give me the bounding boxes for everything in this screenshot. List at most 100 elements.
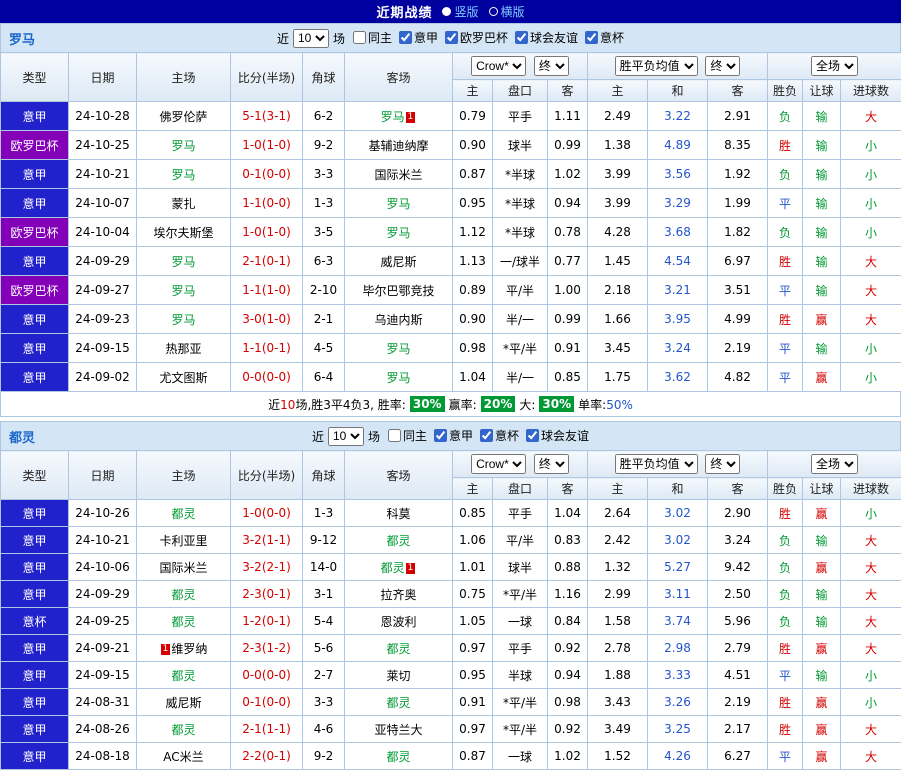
league-type: 意甲: [1, 102, 69, 131]
odds-period-select[interactable]: 终: [705, 454, 740, 474]
odds-period-select[interactable]: 终: [705, 56, 740, 76]
home-team-cell: 都灵: [137, 581, 231, 608]
team-name[interactable]: 都灵: [386, 534, 410, 548]
home-team-cell: 蒙扎: [137, 189, 231, 218]
team-name[interactable]: 都灵: [171, 669, 195, 683]
bookmaker-select[interactable]: Crow*: [471, 454, 526, 474]
handicap-result: 赢: [803, 363, 841, 392]
team-name[interactable]: 卡利亚里: [159, 534, 207, 548]
checkbox-input[interactable]: [388, 429, 401, 442]
filter-checkbox[interactable]: 同主: [346, 29, 392, 46]
match-row: 意甲24-09-211维罗纳2-3(1-2)5-6都灵0.97平手0.922.7…: [1, 635, 901, 662]
team-name[interactable]: 都灵: [381, 561, 405, 575]
filter-checkbox[interactable]: 同主: [381, 427, 427, 444]
asian-handicap: *半球: [493, 189, 548, 218]
odds-mean-select[interactable]: 胜平负均值: [615, 454, 698, 474]
team-name[interactable]: 罗马: [171, 139, 195, 153]
away-team-cell: 基辅迪纳摩: [345, 131, 453, 160]
euro-away-odds: 9.42: [708, 554, 768, 581]
filter-checkbox[interactable]: 意杯: [473, 427, 519, 444]
result: 胜: [768, 247, 803, 276]
book-period-select[interactable]: 终: [534, 454, 569, 474]
team-name[interactable]: 罗马: [386, 197, 410, 211]
team-name[interactable]: 科莫: [386, 507, 410, 521]
team-name[interactable]: 热那亚: [165, 342, 201, 356]
asian-away-odds: 1.00: [548, 276, 588, 305]
team-name[interactable]: 佛罗伦萨: [159, 110, 207, 124]
team-name[interactable]: 罗马: [381, 110, 405, 124]
match-date: 24-09-23: [69, 305, 137, 334]
checkbox-input[interactable]: [480, 429, 493, 442]
checkbox-input[interactable]: [585, 31, 598, 44]
checkbox-input[interactable]: [353, 31, 366, 44]
checkbox-input[interactable]: [445, 31, 458, 44]
match-count-select[interactable]: 10: [293, 29, 329, 48]
euro-away-odds: 2.17: [708, 716, 768, 743]
team-name[interactable]: 莱切: [386, 669, 410, 683]
team-name[interactable]: 都灵: [171, 615, 195, 629]
checkbox-label: 欧罗巴杯: [460, 29, 508, 46]
checkbox-input[interactable]: [399, 31, 412, 44]
filter-checkbox[interactable]: 欧罗巴杯: [438, 29, 508, 46]
team-name[interactable]: 威尼斯: [380, 255, 416, 269]
team-name[interactable]: 乌迪内斯: [374, 313, 422, 327]
match-row: 意甲24-08-18AC米兰2-2(0-1)9-2都灵0.87一球1.021.5…: [1, 743, 901, 770]
team-name[interactable]: 维罗纳: [171, 642, 207, 656]
team-name[interactable]: 尤文图斯: [159, 371, 207, 385]
team-name[interactable]: 亚特兰大: [374, 723, 422, 737]
bookmaker-select[interactable]: Crow*: [471, 56, 526, 76]
team-name[interactable]: 都灵: [386, 642, 410, 656]
team-name[interactable]: 国际米兰: [374, 168, 422, 182]
match-date: 24-09-29: [69, 581, 137, 608]
team-name[interactable]: 埃尔夫斯堡: [153, 226, 213, 240]
layout-radio-vertical[interactable]: 竖版: [442, 3, 478, 20]
checkbox-input[interactable]: [526, 429, 539, 442]
team-name[interactable]: 罗马: [171, 255, 195, 269]
filter-checkbox[interactable]: 意甲: [392, 29, 438, 46]
team-name[interactable]: 罗马: [171, 284, 195, 298]
filter-checkbox[interactable]: 球会友谊: [508, 29, 578, 46]
team-name[interactable]: 罗马: [386, 226, 410, 240]
team-name[interactable]: 罗马: [386, 342, 410, 356]
team-name[interactable]: 罗马: [386, 371, 410, 385]
asian-away-odds: 0.77: [548, 247, 588, 276]
team-name[interactable]: 罗马: [171, 168, 195, 182]
filter-checkbox[interactable]: 意甲: [427, 427, 473, 444]
asian-handicap: 一/球半: [493, 247, 548, 276]
team-name[interactable]: 威尼斯: [165, 696, 201, 710]
match-count-select[interactable]: 10: [328, 427, 364, 446]
team-name[interactable]: 蒙扎: [171, 197, 195, 211]
team-name[interactable]: 恩波利: [380, 615, 416, 629]
euro-away-odds: 1.82: [708, 218, 768, 247]
team-name[interactable]: 国际米兰: [159, 561, 207, 575]
topbar: 近期战绩 竖版 横版: [0, 0, 901, 23]
league-type: 意甲: [1, 160, 69, 189]
team-name[interactable]: 都灵: [171, 588, 195, 602]
filter-checkbox[interactable]: 意杯: [578, 29, 624, 46]
team-name[interactable]: 罗马: [171, 313, 195, 327]
col-home: 主场: [137, 451, 231, 500]
score: 2-3(0-1): [231, 581, 303, 608]
team-name[interactable]: 拉齐奥: [380, 588, 416, 602]
asian-home-odds: 1.06: [453, 527, 493, 554]
team-name[interactable]: 毕尔巴鄂竞技: [362, 284, 434, 298]
odds-mean-select[interactable]: 胜平负均值: [615, 56, 698, 76]
scope-select[interactable]: 全场: [811, 56, 858, 76]
layout-radio-horizontal[interactable]: 横版: [489, 3, 525, 20]
team-name[interactable]: 都灵: [171, 723, 195, 737]
filter-checkbox[interactable]: 球会友谊: [519, 427, 589, 444]
goals-result: 大: [841, 247, 901, 276]
team-name[interactable]: 都灵: [171, 507, 195, 521]
matches-table: 类型 日期 主场 比分(半场) 角球 客场 Crow* 终 胜平负均值 终 全场: [0, 52, 901, 392]
team-name[interactable]: 都灵: [386, 696, 410, 710]
asian-away-odds: 1.16: [548, 581, 588, 608]
scope-select[interactable]: 全场: [811, 454, 858, 474]
book-period-select[interactable]: 终: [534, 56, 569, 76]
league-type: 意甲: [1, 635, 69, 662]
team-name[interactable]: 基辅迪纳摩: [368, 139, 428, 153]
corners: 9-2: [303, 743, 345, 770]
checkbox-input[interactable]: [434, 429, 447, 442]
checkbox-input[interactable]: [515, 31, 528, 44]
asian-handicap: 一球: [493, 743, 548, 770]
asian-odds-group: Crow* 终: [453, 451, 588, 478]
